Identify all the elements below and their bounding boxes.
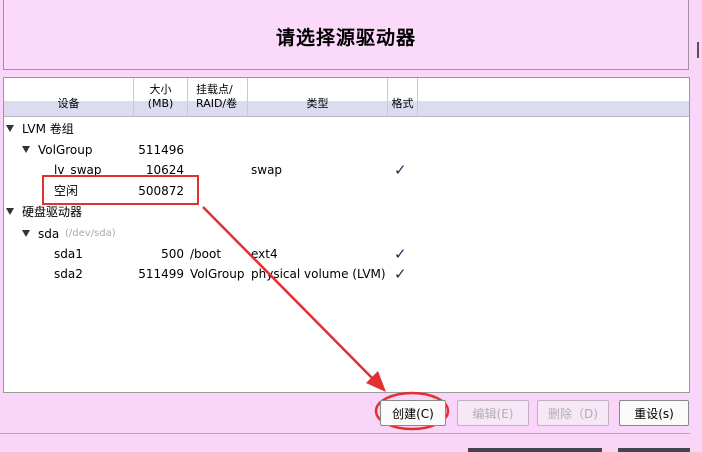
reset-button[interactable]: 重设(s): [619, 400, 689, 426]
col-size[interactable]: 大小 (MB): [134, 78, 188, 116]
bottom-edge-bar: [618, 448, 690, 452]
expand-triangle-icon[interactable]: [22, 230, 30, 237]
tree-row-hard-drives[interactable]: 硬盘驱动器: [4, 202, 689, 222]
col-type-label: 类型: [306, 97, 329, 110]
col-size-label: 大小: [149, 83, 172, 96]
format-check-icon: ✓: [394, 245, 407, 263]
row-name: sda: [38, 227, 60, 241]
col-type[interactable]: 类型: [248, 78, 388, 116]
bottom-edge-bar: [468, 448, 602, 452]
bottom-divider: [0, 433, 690, 434]
row-name: sda1: [54, 247, 83, 261]
window-edge-mark: [697, 42, 699, 58]
col-size-unit: (MB): [147, 97, 174, 110]
row-name: LVM 卷组: [22, 122, 74, 136]
row-mount: VolGroup: [190, 267, 245, 281]
page-title: 请选择源驱动器: [275, 27, 416, 49]
row-size: 511496: [138, 143, 184, 157]
row-device-path: (/dev/sda): [65, 228, 116, 239]
col-mount[interactable]: 挂载点/ RAID/卷: [188, 78, 248, 116]
header-divider: [4, 116, 689, 117]
row-name: 硬盘驱动器: [22, 205, 83, 219]
device-tree-table[interactable]: 设备 大小 (MB) 挂载点/ RAID/卷 类型 格式 LVM 卷组 VolG…: [3, 77, 690, 393]
format-check-icon: ✓: [394, 265, 407, 283]
row-size: 511499: [138, 267, 184, 281]
tree-row-sda1[interactable]: sda1 500 /boot ext4 ✓: [4, 244, 689, 264]
row-name: VolGroup: [38, 143, 93, 157]
create-button[interactable]: 创建(C): [380, 400, 446, 426]
row-type: physical volume (LVM): [251, 267, 386, 281]
col-mount-label2: RAID/卷: [196, 97, 238, 110]
tree-row-lvm-group[interactable]: LVM 卷组: [4, 119, 689, 139]
tree-row-sda2[interactable]: sda2 511499 VolGroup physical volume (LV…: [4, 264, 689, 284]
tree-row-volgroup[interactable]: VolGroup 511496: [4, 140, 689, 160]
delete-button[interactable]: 删除（D): [537, 400, 609, 426]
header-banner: 请选择源驱动器: [3, 0, 689, 70]
col-mount-label: 挂载点/: [196, 83, 233, 96]
expand-triangle-icon[interactable]: [6, 125, 14, 132]
expand-triangle-icon[interactable]: [22, 146, 30, 153]
row-mount: /boot: [190, 247, 222, 261]
expand-triangle-icon[interactable]: [6, 208, 14, 215]
row-size: 500: [161, 247, 184, 261]
row-name: sda2: [54, 267, 83, 281]
col-format-label: 格式: [391, 97, 414, 110]
edit-button[interactable]: 编辑(E): [457, 400, 529, 426]
col-device[interactable]: 设备: [4, 78, 134, 116]
row-type: swap: [251, 163, 283, 177]
tree-row-sda[interactable]: sda (/dev/sda): [4, 224, 689, 244]
format-check-icon: ✓: [394, 161, 407, 179]
row-type: ext4: [251, 247, 278, 261]
col-device-label: 设备: [57, 97, 80, 110]
col-format[interactable]: 格式: [388, 78, 418, 116]
annotation-highlight-box: [42, 175, 199, 205]
table-header: 设备 大小 (MB) 挂载点/ RAID/卷 类型 格式: [4, 78, 689, 117]
